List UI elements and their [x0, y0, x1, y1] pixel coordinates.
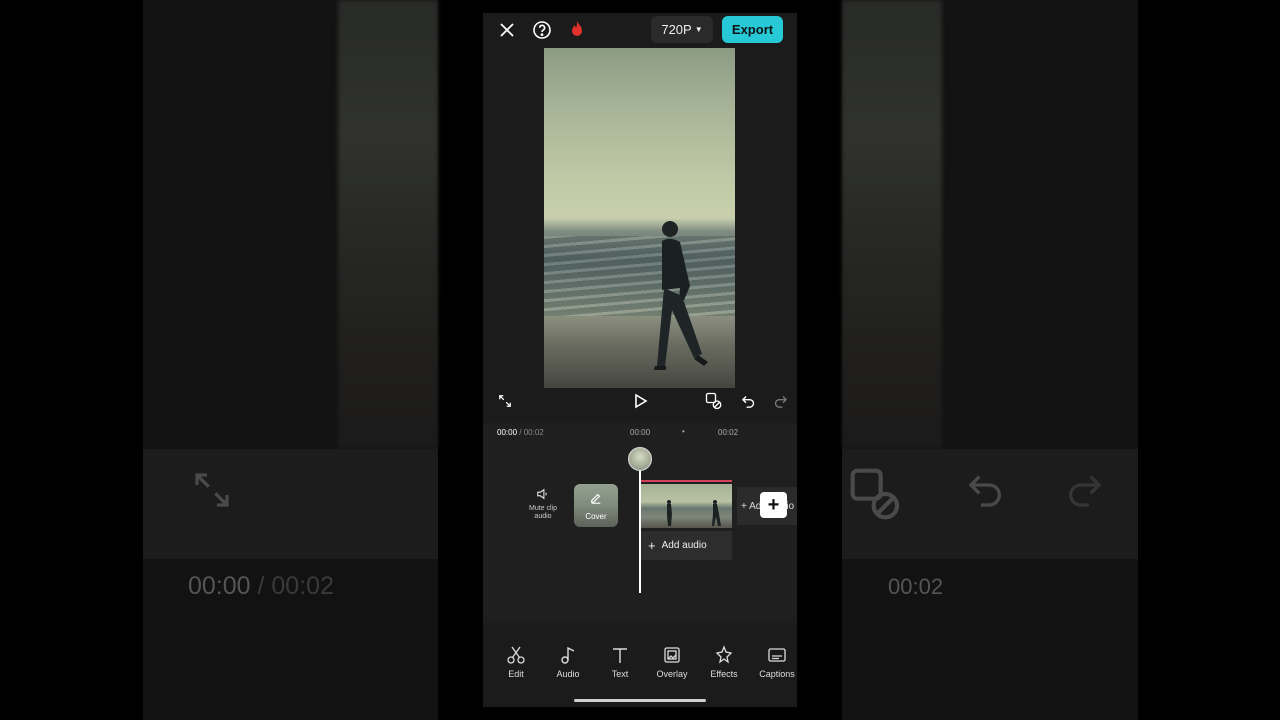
redo-icon[interactable] [770, 391, 790, 411]
bg-photo-left [338, 0, 438, 449]
cover-label: Cover [585, 512, 607, 521]
sparkle-star-icon [715, 645, 733, 664]
tool-label: Audio [556, 669, 580, 679]
time-ruler: 00:00 / 00:02 00:00 • 00:02 [483, 423, 797, 441]
resolution-label: 720P [661, 22, 692, 37]
undo-icon[interactable] [738, 391, 758, 411]
tool-label: Text [611, 669, 629, 679]
tool-label: Overlay [656, 669, 688, 679]
plus-icon: + [648, 538, 656, 553]
add-audio-label: Add audio [661, 540, 707, 551]
bg-fullscreen-icon [192, 470, 232, 517]
clip-figures [667, 500, 721, 526]
bg-keyframe-icon [848, 466, 904, 529]
music-note-icon [561, 646, 575, 664]
cover-button[interactable]: Cover [574, 484, 618, 527]
play-icon[interactable] [630, 391, 650, 411]
tool-label: Captions [759, 669, 795, 679]
tool-captions[interactable]: Captions [751, 645, 797, 679]
fullscreen-icon[interactable] [495, 391, 515, 411]
tick-dot: • [682, 427, 685, 436]
speaker-icon [537, 488, 547, 500]
tool-effects[interactable]: Effects [698, 645, 750, 679]
mute-clip-audio-button[interactable]: Mute clip audio [523, 487, 563, 520]
add-audio-button[interactable]: + Add audio [640, 531, 732, 560]
plus-icon: + [767, 493, 780, 516]
bg-photo-right [842, 0, 942, 449]
tool-label: Edit [508, 669, 524, 679]
mute-label: Mute clip audio [528, 505, 557, 520]
tool-audio[interactable]: Audio [542, 645, 594, 679]
text-icon [613, 648, 627, 663]
caret-down-icon: ▼ [694, 25, 703, 34]
add-clip-button[interactable]: + [760, 492, 787, 518]
bg-redo-icon [1064, 470, 1104, 517]
playhead[interactable] [639, 453, 641, 593]
top-bar: 720P ▼ Export [483, 13, 797, 47]
bottom-toolbar: Edit Audio Text Overlay Effects Captions [483, 633, 797, 683]
bg-panel-left [143, 449, 438, 559]
tool-text[interactable]: Text [594, 645, 646, 679]
bg-undo-icon [966, 470, 1006, 517]
flame-icon[interactable] [566, 19, 588, 41]
bg-time-readout: 00:00 / 00:02 [188, 572, 334, 600]
pencil-icon [591, 493, 601, 504]
captions-icon [768, 648, 786, 662]
scissors-icon [507, 646, 525, 664]
home-indicator [574, 699, 706, 702]
walking-figure [654, 221, 708, 370]
tool-overlay[interactable]: Overlay [646, 645, 698, 679]
overlay-icon [664, 647, 680, 663]
current-time: 00:00 / 00:02 [497, 428, 544, 437]
video-clip[interactable] [640, 480, 732, 528]
close-icon[interactable] [496, 19, 518, 41]
tick-start: 00:00 [630, 428, 651, 437]
resolution-button[interactable]: 720P ▼ [651, 16, 713, 43]
tool-label: Effects [710, 669, 738, 679]
bg-time-right: 00:02 [888, 574, 944, 599]
video-preview[interactable] [544, 48, 735, 388]
export-button[interactable]: Export [722, 16, 783, 43]
tick-end: 00:02 [718, 428, 739, 437]
tool-edit[interactable]: Edit [490, 645, 542, 679]
timeline-panel[interactable]: 00:00 / 00:02 00:00 • 00:02 Mute clip au… [483, 423, 797, 623]
playback-controls [483, 389, 797, 413]
playhead-handle[interactable] [628, 447, 652, 471]
help-icon[interactable] [531, 19, 553, 41]
editor-screen: 720P ▼ Export 00:00 / 00:02 00:00 • 00:0… [483, 13, 797, 707]
keyframe-icon[interactable] [704, 391, 724, 411]
